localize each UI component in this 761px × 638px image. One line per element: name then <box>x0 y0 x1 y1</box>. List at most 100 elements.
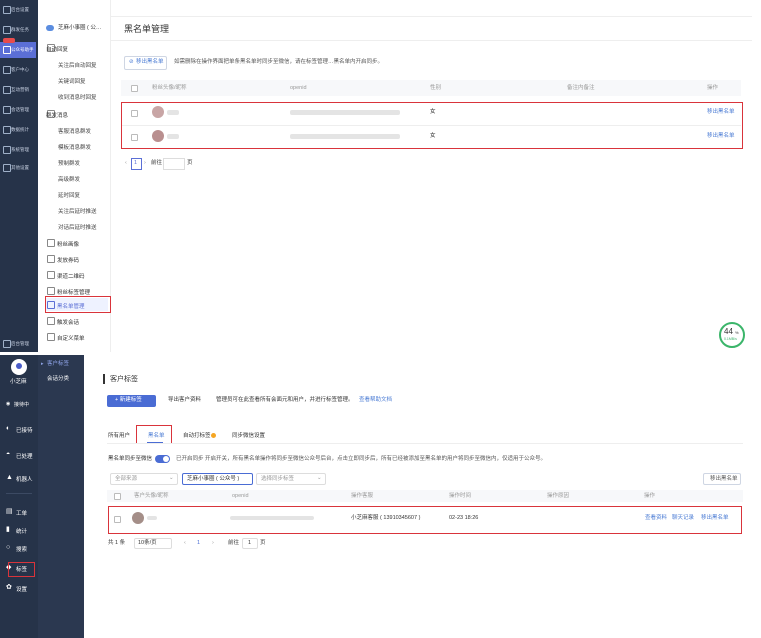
account-name[interactable]: 芝麻小事圈 ( 公… <box>58 25 101 32</box>
robot-icon: ▲ <box>6 474 13 481</box>
menu-cs-mass[interactable]: 客服消息群发 <box>58 127 91 135</box>
menu-mass[interactable]: 群发消息 <box>46 111 68 119</box>
page-number[interactable]: 1 <box>197 540 200 547</box>
account-filter[interactable]: 芝麻小事圈 ( 公众号 ) <box>182 473 253 485</box>
tab-sync-settings[interactable]: 同步微信设置 <box>232 433 265 440</box>
nav-handled[interactable]: ◐ 已接待 <box>4 422 36 436</box>
highlight-nav-tags <box>8 562 35 577</box>
new-tag-button[interactable]: + 新建标签 <box>107 395 156 407</box>
menu-delay-reply[interactable]: 延时回复 <box>58 191 80 199</box>
network-speed-widget[interactable]: 44 % 0.1MB/s <box>719 322 745 348</box>
highlight-menu-blacklist <box>45 296 111 313</box>
sync-tag-filter[interactable]: 选择同步标签 ⌄ <box>256 473 326 485</box>
menu-channel-qrcode[interactable]: 渠道二维码 <box>57 272 85 280</box>
nav-ticket[interactable]: ▤ 工单 <box>4 505 36 519</box>
settings-icon <box>3 6 11 14</box>
top-screen: 后台设置 群发任务 公众号助手 客户中心 互动营销 会话管理 数据统计 系统管理… <box>0 0 752 352</box>
nav-other[interactable]: 其他设置 <box>0 160 36 176</box>
sync-notice: 如需删除在操作界面把单条黑名单时同步至微信，请在标签管理…黑名单内开启同步。 <box>174 59 384 65</box>
select-all-checkbox[interactable] <box>131 85 138 92</box>
nav-system[interactable]: 系统管理 <box>0 142 36 158</box>
col-gender: 性别 <box>430 85 442 91</box>
new-badge <box>3 38 15 43</box>
col-remark: 备注内备注 <box>567 85 595 91</box>
menu-auto-reply[interactable]: 自动回复 <box>46 45 68 53</box>
select-all-checkbox[interactable] <box>114 493 121 500</box>
goto-page-input[interactable]: 1 <box>242 538 258 549</box>
nav-customer-center[interactable]: 客户中心 <box>0 62 36 78</box>
bottom-second-nav <box>38 355 84 638</box>
nav-statistics[interactable]: 数据统计 <box>0 122 36 138</box>
fans-profile-icon <box>47 239 55 247</box>
sync-label: 黑名单同步至微信 <box>108 456 153 462</box>
help-doc-link[interactable]: 查看帮助文档 <box>359 397 392 404</box>
page-size-select[interactable]: 10条/页 <box>134 538 172 549</box>
nav-arrow-icon: ▸ <box>41 361 44 367</box>
page-number[interactable]: 1 <box>131 158 142 170</box>
next-page-icon[interactable]: › <box>144 160 146 167</box>
nav-settings[interactable]: ✿ 设置 <box>4 581 36 595</box>
nav-statistics[interactable]: ▮ 统计 <box>4 523 36 537</box>
menu-chat-delay[interactable]: 对话后延时推送 <box>58 223 97 231</box>
goto-page-input[interactable] <box>163 158 185 170</box>
page-description: 管理员可在此查看所有会面元和用户，并进行标签管理。 <box>216 397 354 403</box>
gear-icon: ✿ <box>6 584 12 591</box>
remove-blacklist-button[interactable]: 移出黑名单 <box>703 473 741 485</box>
remove-blacklist-button[interactable]: ⊘ 移出黑名单 <box>124 56 167 70</box>
prev-page-icon[interactable]: ‹ <box>125 160 127 167</box>
next-page-icon[interactable]: › <box>212 540 214 547</box>
export-customer-link[interactable]: 导出客户资料 <box>168 397 201 404</box>
official-account-icon <box>3 46 11 54</box>
menu-keyword-reply[interactable]: 关键词回复 <box>58 77 86 85</box>
menu-fans-profile[interactable]: 粉丝画像 <box>57 240 79 248</box>
tag-icon <box>47 287 55 295</box>
top-left-nav: 后台设置 群发任务 公众号助手 客户中心 互动营销 会话管理 数据统计 系统管理… <box>0 0 38 352</box>
nav-customer-tags[interactable]: 客户标签 <box>47 361 69 368</box>
nav-session-category[interactable]: 会话分类 <box>47 376 69 383</box>
menu-custom-menu[interactable]: 自定义菜单 <box>57 334 85 342</box>
menu-advanced-mass[interactable]: 高级群发 <box>58 175 80 183</box>
nav-mass-task[interactable]: 群发任务 <box>0 22 36 38</box>
goto-label: 前往 <box>151 160 163 166</box>
chat-icon: ◐ <box>6 425 11 432</box>
nav-backend[interactable]: 后台管理 <box>0 336 36 352</box>
page-suffix: 页 <box>260 540 266 546</box>
menu-template-mass[interactable]: 模板消息群发 <box>58 143 91 151</box>
prev-page-icon[interactable]: ‹ <box>184 540 186 547</box>
highlight-blacklist-row <box>108 506 742 534</box>
nav-processed[interactable]: ◓ 已处理 <box>4 448 36 462</box>
total-count: 共 1 条 <box>108 540 126 546</box>
custom-menu-icon <box>47 333 55 341</box>
title-divider <box>111 16 752 17</box>
bottom-screen: 小芝麻 ◉ 接待中 ◐ 已接待 ◓ 已处理 ▲ 机器人 ▤ 工单 ▮ 统计 ○ 搜索 ◆ 标签… <box>0 355 752 638</box>
status-label[interactable]: 接待中 <box>14 403 29 408</box>
nav-official-account[interactable]: 公众号助手 <box>0 42 36 58</box>
tab-auto-tag[interactable]: 自动打标签 <box>183 433 211 440</box>
nav-session[interactable]: 会话管理 <box>0 102 36 118</box>
menu-trigger-session[interactable]: 触发会话 <box>57 318 79 326</box>
col-openid: openid <box>232 493 249 499</box>
menu-message-reply[interactable]: 收到消息时回复 <box>58 93 97 101</box>
menu-coupon[interactable]: 发放券码 <box>57 256 79 264</box>
nav-search[interactable]: ○ 搜索 <box>4 541 36 555</box>
col-action: 操作 <box>707 85 719 91</box>
nav-backend-settings[interactable]: 后台设置 <box>0 2 36 18</box>
link-icon: ⊘ <box>129 59 134 65</box>
gear-icon <box>3 164 11 172</box>
check-icon: ◓ <box>6 451 11 458</box>
tab-all-users[interactable]: 所有用户 <box>108 433 130 440</box>
col-action: 操作 <box>644 493 656 499</box>
sync-toggle[interactable] <box>155 455 170 463</box>
ticket-icon: ▤ <box>6 508 13 515</box>
source-filter[interactable]: 全部来源 ⌄ <box>110 473 178 485</box>
menu-fans-tags[interactable]: 粉丝标签管理 <box>57 288 90 296</box>
menu-preset-mass[interactable]: 预制群发 <box>58 159 80 167</box>
user-avatar[interactable] <box>11 359 27 375</box>
col-agent: 操作客服 <box>351 493 374 499</box>
menu-follow-delay[interactable]: 关注后延时推送 <box>58 207 97 215</box>
nav-marketing[interactable]: 互动营销 <box>0 82 36 98</box>
goto-label: 前往 <box>228 540 240 546</box>
menu-follow-reply[interactable]: 关注后自动回复 <box>58 61 97 69</box>
nav-robot[interactable]: ▲ 机器人 <box>4 471 36 485</box>
account-avatar <box>46 25 54 31</box>
